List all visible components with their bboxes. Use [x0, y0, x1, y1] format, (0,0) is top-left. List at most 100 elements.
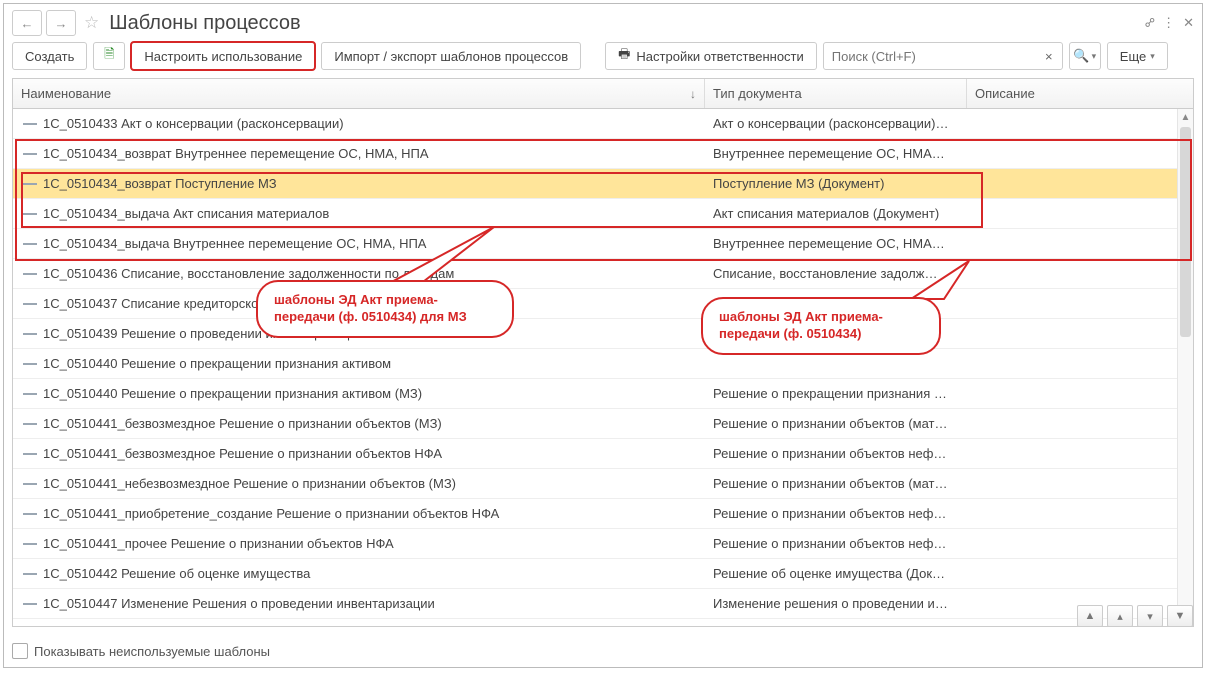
import-export-button[interactable]: Импорт / экспорт шаблонов процессов	[321, 42, 581, 70]
show-unused-checkbox[interactable]	[12, 643, 28, 659]
row-doctype: Решение о признании объектов неф…	[705, 506, 967, 521]
row-item-icon	[23, 423, 37, 425]
row-name: 1С_0510442 Решение об оценке имущества	[43, 566, 310, 581]
link-icon[interactable]: ⚯	[1141, 13, 1160, 32]
column-header-name[interactable]: Наименование ↓	[13, 79, 705, 108]
document-icon-button[interactable]: 🗎	[93, 42, 125, 70]
row-name: 1С_0510433 Акт о консервации (расконсерв…	[43, 116, 344, 131]
table-row[interactable]: 1С_0510441_безвозмездное Решение о призн…	[13, 439, 1193, 469]
row-doctype: Решение о признании объектов неф…	[705, 446, 967, 461]
magnifier-icon: 🔍	[1073, 48, 1089, 64]
more-button[interactable]: Еще ▾	[1107, 42, 1168, 70]
row-item-icon	[23, 243, 37, 245]
table-row[interactable]: 1С_0510441_приобретение_создание Решение…	[13, 499, 1193, 529]
vertical-scrollbar[interactable]: ▲ ▼	[1177, 109, 1193, 626]
table-row[interactable]: 1С_0510434_выдача Внутреннее перемещение…	[13, 229, 1193, 259]
row-doctype: Акт о консервации (расконсервации)…	[705, 116, 967, 131]
row-name: 1С_0510440 Решение о прекращении признан…	[43, 356, 391, 371]
nav-back-button[interactable]: ←	[12, 10, 42, 36]
row-doctype: Внутреннее перемещение ОС, НМА…	[705, 236, 967, 251]
row-name: 1С_0510436 Списание, восстановление задо…	[43, 266, 454, 281]
scrollbar-thumb[interactable]	[1180, 127, 1191, 337]
row-doctype: Поступление МЗ (Документ)	[705, 176, 967, 191]
table-row[interactable]: 1С_0510434_возврат Поступление МЗ Поступл…	[13, 169, 1193, 199]
row-item-icon	[23, 603, 37, 605]
sort-asc-icon: ↓	[690, 87, 696, 101]
table-row[interactable]: 1С_0510441_небезвозмездное Решение о при…	[13, 469, 1193, 499]
document-icon: 🗎	[104, 45, 114, 67]
row-doctype: Решение об оценке имущества (Док…	[705, 566, 967, 581]
search-input[interactable]	[828, 49, 1040, 64]
row-item-icon	[23, 363, 37, 365]
row-item-icon	[23, 273, 37, 275]
scroll-prev-button[interactable]: ▴	[1107, 605, 1133, 627]
table-row[interactable]: 1С_0510439 Решение о проведении инвентар…	[13, 319, 1193, 349]
search-button[interactable]: 🔍 ▾	[1069, 42, 1101, 70]
row-name: 1С_0510447 Изменение Решения о проведени…	[43, 596, 435, 611]
table-row[interactable]: 1С_0510434_выдача Акт списания материало…	[13, 199, 1193, 229]
chevron-down-icon: ▾	[1092, 51, 1097, 62]
row-name: 1С_0510441_приобретение_создание Решение…	[43, 506, 499, 521]
row-doctype: Акт списания материалов (Документ)	[705, 206, 967, 221]
table-row[interactable]: 1С_0510447 Изменение Решения о проведени…	[13, 589, 1193, 619]
configure-usage-button[interactable]: Настроить использование	[131, 42, 315, 70]
row-name: 1С_0510440 Решение о прекращении признан…	[43, 386, 422, 401]
row-name: 1С_0510434_выдача Внутреннее перемещение…	[43, 236, 426, 251]
row-name: 1С_0510441_безвозмездное Решение о призн…	[43, 446, 442, 461]
column-header-doctype[interactable]: Тип документа	[705, 79, 967, 108]
responsibility-settings-button[interactable]: 🖶 Настройки ответственности	[605, 42, 817, 70]
row-item-icon	[23, 513, 37, 515]
scroll-first-button[interactable]: ▲	[1077, 605, 1103, 627]
kebab-menu-icon[interactable]: ⋮	[1162, 15, 1177, 31]
printer-icon: 🖶	[618, 45, 630, 67]
search-field-wrapper[interactable]: ×	[823, 42, 1063, 70]
row-name: 1С_0510434_выдача Акт списания материало…	[43, 206, 329, 221]
table-row[interactable]: 1С_0510441_безвозмездное Решение о призн…	[13, 409, 1193, 439]
table-row[interactable]: 1С_0510437 Списание кредиторской задолже…	[13, 289, 1193, 319]
row-doctype: Решение о признании объектов (мат…	[705, 476, 967, 491]
row-item-icon	[23, 333, 37, 335]
scroll-next-button[interactable]: ▾	[1137, 605, 1163, 627]
row-name: 1С_0510439 Решение о проведении инвентар…	[43, 326, 364, 341]
scroll-up-icon[interactable]: ▲	[1178, 109, 1193, 125]
row-item-icon	[23, 183, 37, 185]
search-clear-icon[interactable]: ×	[1040, 49, 1058, 64]
create-button[interactable]: Создать	[12, 42, 87, 70]
page-title: Шаблоны процессов	[109, 12, 300, 35]
row-doctype: Изменение решения о проведении и…	[705, 596, 967, 611]
table-row[interactable]: 1С_0510436 Списание, восстановление задо…	[13, 259, 1193, 289]
scroll-last-button[interactable]: ▼	[1167, 605, 1193, 627]
row-item-icon	[23, 213, 37, 215]
table-row[interactable]: 1С_0510441_прочее Решение о признании об…	[13, 529, 1193, 559]
show-unused-label: Показывать неиспользуемые шаблоны	[34, 644, 270, 659]
row-name: 1С_0510437 Списание кредиторской задолже…	[43, 296, 362, 311]
table-row[interactable]: 1С_0510433 Акт о консервации (расконсерв…	[13, 109, 1193, 139]
row-name: 1С_0510441_небезвозмездное Решение о при…	[43, 476, 456, 491]
close-icon[interactable]: ✕	[1183, 15, 1194, 31]
row-item-icon	[23, 543, 37, 545]
row-name: 1С_0510434_возврат Внутреннее перемещени…	[43, 146, 429, 161]
row-name: 1С_0510434_возврат Поступление МЗ	[43, 176, 277, 191]
row-doctype: Списание, восстановление задолж…	[705, 266, 967, 281]
table-row[interactable]: 1С_0510440 Решение о прекращении признан…	[13, 379, 1193, 409]
row-item-icon	[23, 453, 37, 455]
row-doctype: Решение о прекращении признания …	[705, 386, 967, 401]
row-item-icon	[23, 153, 37, 155]
row-doctype: Внутреннее перемещение ОС, НМА…	[705, 146, 967, 161]
row-item-icon	[23, 573, 37, 575]
row-doctype: Решение о признании объектов неф…	[705, 536, 967, 551]
row-name: 1С_0510441_прочее Решение о признании об…	[43, 536, 394, 551]
row-item-icon	[23, 393, 37, 395]
templates-table: Наименование ↓ Тип документа Описание 1С…	[12, 78, 1194, 627]
row-name: 1С_0510441_безвозмездное Решение о призн…	[43, 416, 442, 431]
table-row[interactable]: 1С_0510442 Решение об оценке имущества Ре…	[13, 559, 1193, 589]
nav-forward-button[interactable]: →	[46, 10, 76, 36]
row-doctype: Решение о признании объектов (мат…	[705, 416, 967, 431]
row-item-icon	[23, 303, 37, 305]
table-row[interactable]: 1С_0510440 Решение о прекращении признан…	[13, 349, 1193, 379]
favorite-star-icon[interactable]: ☆	[84, 13, 99, 33]
row-item-icon	[23, 123, 37, 125]
column-header-description[interactable]: Описание	[967, 79, 1193, 108]
row-item-icon	[23, 483, 37, 485]
table-row[interactable]: 1С_0510434_возврат Внутреннее перемещени…	[13, 139, 1193, 169]
